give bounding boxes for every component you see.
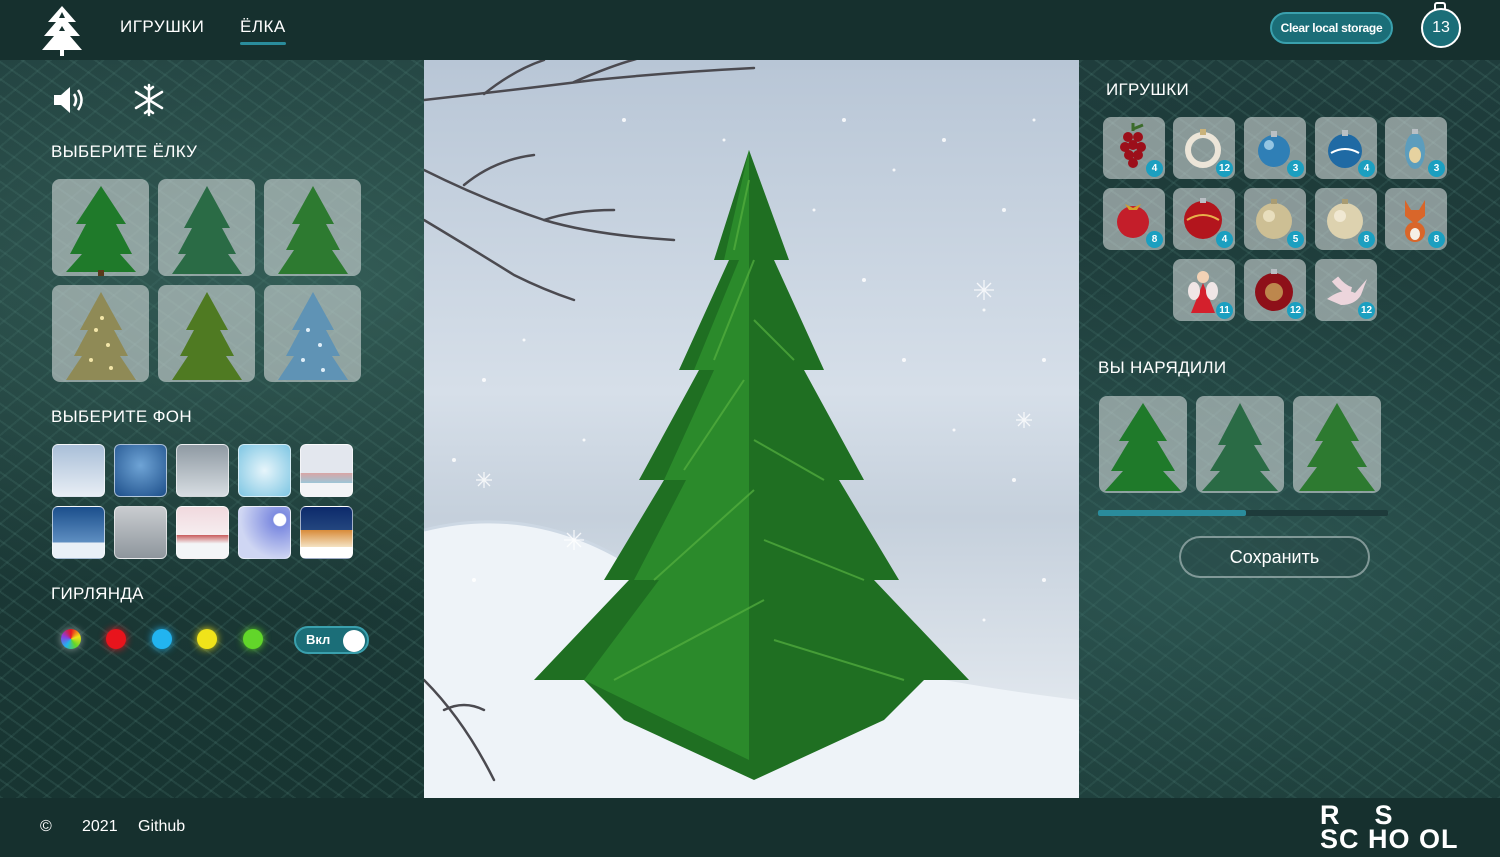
footer-year: 2021 [82,818,118,835]
toy-count: 4 [1358,160,1375,177]
nav-tree[interactable]: ЁЛКА [240,17,286,45]
garland-toggle-label: Вкл [306,632,331,647]
toy-count: 5 [1287,231,1304,248]
toy-count: 12 [1358,302,1375,319]
tree-select-title: ВЫБЕРИТЕ ЁЛКУ [51,142,198,161]
toy-count: 11 [1216,302,1233,319]
toy-count: 8 [1146,231,1163,248]
tree-option-5[interactable] [158,285,255,382]
garland-toggle[interactable]: Вкл [294,626,369,654]
garland-yellow-button[interactable] [197,629,217,649]
garland-multicolor-button[interactable] [61,629,81,649]
bg-option-10[interactable] [300,506,353,559]
garland-toggle-knob [343,630,365,652]
garland-blue-button[interactable] [152,629,172,649]
dressed-tree-3[interactable] [1293,396,1381,493]
bg-option-7[interactable] [114,506,167,559]
garland-red-button[interactable] [106,629,126,649]
speaker-icon[interactable] [52,84,88,116]
toy-red-ornament[interactable]: 12 [1244,259,1306,321]
dressed-tree-2[interactable] [1196,396,1284,493]
bg-option-1[interactable] [52,444,105,497]
dressed-progress-fill [1098,510,1246,516]
toy-count: 4 [1216,231,1233,248]
toy-blue-ball[interactable]: 3 [1244,117,1306,179]
bg-option-9[interactable] [238,506,291,559]
bg-option-4[interactable] [238,444,291,497]
clear-storage-button[interactable]: Clear local storage [1270,12,1393,44]
dressed-progress-bar [1098,510,1388,516]
bg-option-5[interactable] [300,444,353,497]
bg-option-8[interactable] [176,506,229,559]
garland-title: ГИРЛЯНДА [51,584,144,603]
main-area: ВЫБЕРИТЕ ЁЛКУ ВЫБЕРИТЕ ФОН ГИРЛЯНДА Вкл [0,60,1500,798]
bg-select-title: ВЫБЕРИТЕ ФОН [51,407,192,426]
tree-option-2[interactable] [158,179,255,276]
bg-option-3[interactable] [176,444,229,497]
toy-count: 12 [1216,160,1233,177]
tree-option-3[interactable] [264,179,361,276]
toy-blue-ball-2[interactable]: 4 [1315,117,1377,179]
toy-dove[interactable]: 12 [1315,259,1377,321]
toy-gold-ball-2[interactable]: 8 [1315,188,1377,250]
nav-toys[interactable]: ИГРУШКИ [120,17,204,37]
dressed-tree-1[interactable] [1099,396,1187,493]
toy-fox[interactable]: 8 [1385,188,1447,250]
dressed-title: ВЫ НАРЯДИЛИ [1098,358,1227,377]
toy-red-ball[interactable]: 4 [1173,188,1235,250]
toy-grapes[interactable]: 4 [1103,117,1165,179]
toy-count: 8 [1358,231,1375,248]
scene-illustration [424,60,1079,798]
copyright-icon: © [40,818,52,835]
christmas-tree-logo-icon[interactable] [40,4,84,56]
toys-title: ИГРУШКИ [1106,80,1189,99]
toy-red-ball-bow[interactable]: 8 [1103,188,1165,250]
selected-toys-counter: 13 [1421,8,1461,48]
tree-option-4[interactable] [52,285,149,382]
toy-angel[interactable]: 11 [1173,259,1235,321]
toy-count: 8 [1428,231,1445,248]
toy-icicle[interactable]: 3 [1385,117,1447,179]
toy-count: 12 [1287,302,1304,319]
toy-gold-ball[interactable]: 5 [1244,188,1306,250]
rs-school-logo[interactable]: R S SC HO OL [1320,802,1465,853]
footer: © 2021 Github R S SC HO OL [0,798,1500,857]
toy-count: 3 [1428,160,1445,177]
github-link[interactable]: Github [138,818,185,836]
toy-ring[interactable]: 12 [1173,117,1235,179]
header: ИГРУШКИ ЁЛКА Clear local storage 13 [0,0,1500,60]
snowflake-icon[interactable] [133,83,165,117]
toy-count: 4 [1146,160,1163,177]
main-tree [534,150,969,780]
save-button[interactable]: Сохранить [1179,536,1370,578]
tree-option-6[interactable] [264,285,361,382]
toy-count: 3 [1287,160,1304,177]
bg-option-2[interactable] [114,444,167,497]
tree-scene[interactable] [424,60,1079,798]
garland-green-button[interactable] [243,629,263,649]
bg-option-6[interactable] [52,506,105,559]
tree-option-1[interactable] [52,179,149,276]
